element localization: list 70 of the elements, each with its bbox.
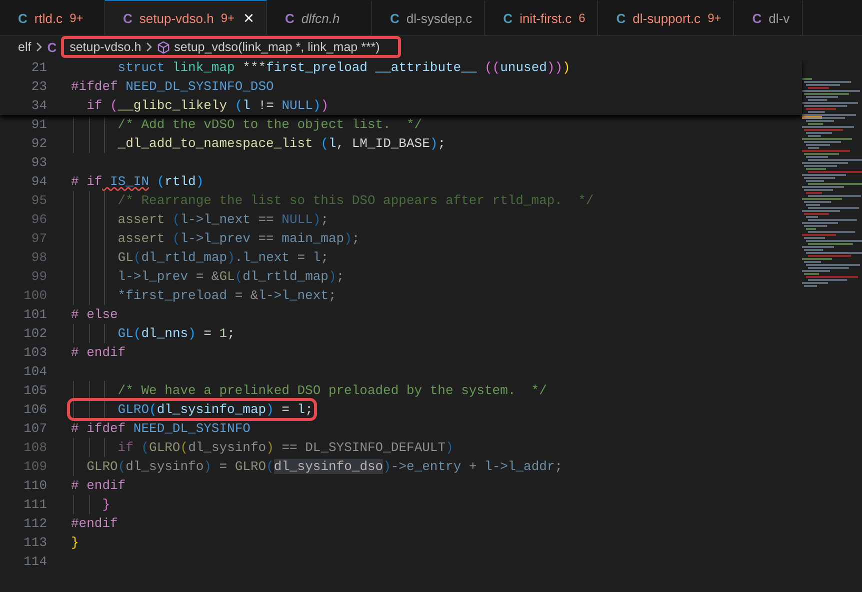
line-number: 103 [22, 345, 47, 360]
code-line: } [71, 535, 79, 550]
line-number: 23 [30, 79, 47, 94]
c-file-icon: C [616, 10, 626, 26]
code-line: /* We have a prelinked DSO preloaded by the system. */ [116, 383, 547, 398]
code-line: GL(dl_rtld_map).l_next = l; [116, 250, 329, 265]
line-number: 21 [30, 60, 47, 75]
problem-count: 9+ [708, 11, 722, 25]
code-line: # endif [71, 345, 126, 360]
line-number: 114 [22, 554, 47, 569]
line-number: 111 [22, 497, 47, 512]
line-number: 97 [30, 231, 47, 246]
c-file-icon: C [18, 10, 28, 26]
breadcrumb-item[interactable]: setup_vdso(link_map *, link_map ***) [174, 40, 380, 54]
line-number: 98 [30, 250, 47, 265]
problem-count: 9+ [70, 11, 84, 25]
c-file-icon: C [123, 10, 132, 26]
c-file-icon: C [390, 10, 400, 26]
line-number: 95 [30, 193, 47, 208]
line-number: 110 [22, 478, 47, 493]
editor-tab[interactable]: C setup-vdso.h 9+ × [105, 0, 268, 35]
code-line: *first_preload = &l->l_next; [116, 288, 336, 303]
line-number: 91 [30, 117, 47, 132]
line-number: 113 [22, 535, 47, 550]
line-number: 106 [22, 402, 47, 417]
line-number: 105 [22, 383, 47, 398]
line-number: 108 [22, 440, 47, 455]
line-number: 109 [22, 459, 47, 474]
code-line: # else [71, 307, 118, 322]
code-line: # endif [71, 478, 126, 493]
code-line: # if IS_IN (rtld) [71, 174, 204, 189]
line-number: 92 [30, 136, 47, 151]
c-file-icon: C [752, 10, 762, 26]
code-line: /* Add the vDSO to the object list. */ [116, 117, 422, 132]
c-file-icon: C [503, 10, 513, 26]
line-number: 34 [30, 98, 47, 113]
line-number: 93 [30, 155, 47, 170]
code-line: l->l_prev = &GL(dl_rtld_map); [116, 269, 344, 284]
chevron-icon [145, 42, 154, 52]
code-line: # ifdef NEED_DL_SYSINFO [71, 421, 250, 436]
code-line: if (GLRO(dl_sysinfo) == DL_SYSINFO_DEFAULT) [116, 440, 454, 455]
line-number: 99 [30, 269, 47, 284]
problem-count: 9+ [220, 11, 235, 25]
line-number: 100 [22, 288, 47, 303]
c-file-icon: C [47, 40, 57, 54]
code-line: /* Rearrange the list so this DSO appears after rtld_map. */ [116, 193, 594, 208]
close-icon[interactable]: × [244, 8, 254, 28]
code-line: if (__glibc_likely (l != NULL)) [86, 98, 329, 113]
c-file-icon: C [285, 10, 294, 26]
code-line: GLRO(dl_sysinfo) = GLRO(dl_sysinfo_dso)->e_entry + l->l_addr; [86, 459, 563, 474]
code-line: #ifdef NEED_DL_SYSINFO_DSO [71, 79, 274, 94]
code-line: } [101, 497, 110, 512]
breadcrumb-item[interactable]: setup-vdso.h [70, 40, 142, 54]
cube-icon [157, 40, 170, 54]
chevron-icon [35, 42, 44, 52]
line-number: 94 [30, 174, 47, 189]
line-number: 102 [22, 326, 47, 341]
code-line: struct link_map ***first_preload __attribute__ ((unused))) [116, 60, 570, 75]
line-number: 101 [22, 307, 47, 322]
code-line: GL(dl_nns) = 1; [116, 326, 235, 341]
problem-count: 6 [578, 11, 586, 25]
code-line: _dl_add_to_namespace_list (l, LM_ID_BASE); [116, 136, 446, 151]
line-number: 104 [22, 364, 47, 379]
code-line: #endif [71, 516, 118, 531]
code-line: assert (l->l_prev == main_map); [116, 231, 360, 246]
breadcrumb-item[interactable]: elf [18, 40, 32, 54]
code-line: assert (l->l_next == NULL); [116, 212, 329, 227]
line-number: 96 [30, 212, 47, 227]
line-number: 112 [22, 516, 47, 531]
line-number: 107 [22, 421, 47, 436]
